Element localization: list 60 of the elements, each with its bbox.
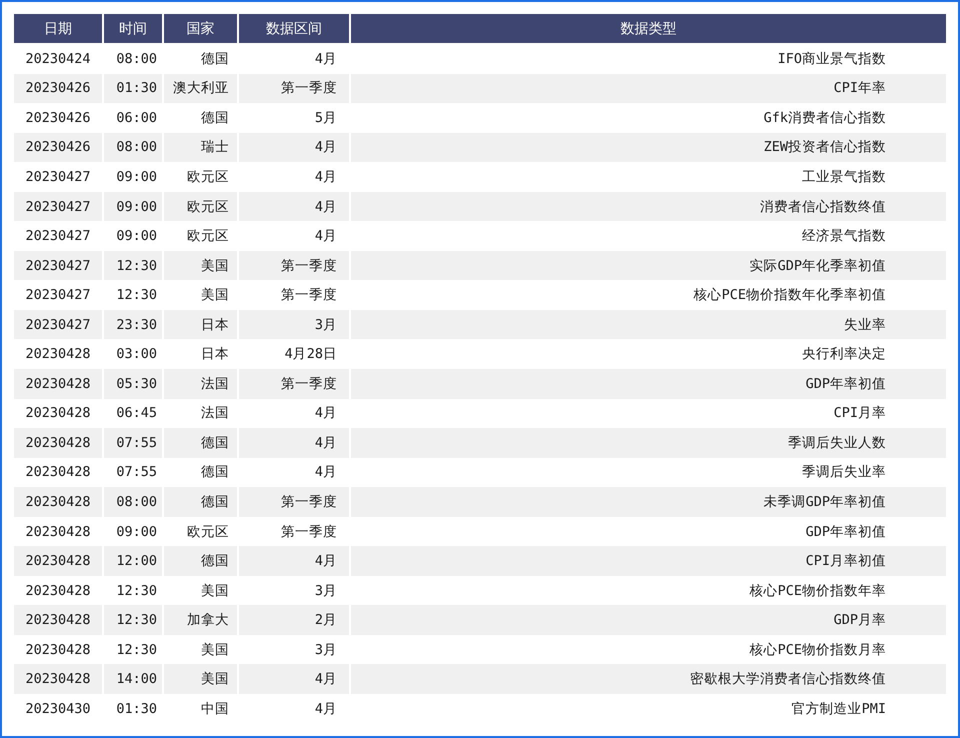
table-cell: CPI年率 bbox=[351, 74, 946, 104]
table-cell: 第一季度 bbox=[239, 487, 349, 517]
table-cell: GDP月率 bbox=[351, 605, 946, 635]
column-header: 数据区间 bbox=[239, 14, 349, 43]
table-cell: 08:00 bbox=[104, 487, 162, 517]
table-cell: 澳大利亚 bbox=[164, 74, 237, 104]
table-cell: CPI月率初值 bbox=[351, 546, 946, 576]
table-cell: 4月 bbox=[239, 132, 349, 162]
table-cell: ZEW投资者信心指数 bbox=[351, 132, 946, 162]
table-cell: 4月 bbox=[239, 428, 349, 458]
table-cell: 23:30 bbox=[104, 310, 162, 340]
table-cell: 12:30 bbox=[104, 250, 162, 280]
table-cell: 失业率 bbox=[351, 310, 946, 340]
column-header: 数据类型 bbox=[351, 14, 946, 43]
table-cell: 密歇根大学消费者信心指数终值 bbox=[351, 664, 946, 694]
table-cell: 第一季度 bbox=[239, 369, 349, 399]
table-cell: 4月 bbox=[239, 664, 349, 694]
table-cell: 3月 bbox=[239, 310, 349, 340]
table-cell: 第一季度 bbox=[239, 250, 349, 280]
table-cell: 20230427 bbox=[14, 250, 102, 280]
table-cell: 20230427 bbox=[14, 310, 102, 340]
table-cell: 瑞士 bbox=[164, 132, 237, 162]
table-cell: 01:30 bbox=[104, 74, 162, 104]
table-cell: 12:00 bbox=[104, 546, 162, 576]
table-cell: 20230428 bbox=[14, 546, 102, 576]
table-cell: 07:55 bbox=[104, 428, 162, 458]
table-cell: 未季调GDP年率初值 bbox=[351, 487, 946, 517]
table-cell: 消费者信心指数终值 bbox=[351, 192, 946, 222]
table-cell: 12:30 bbox=[104, 605, 162, 635]
table-cell: 美国 bbox=[164, 250, 237, 280]
column-header: 时间 bbox=[104, 14, 162, 43]
table-cell: 法国 bbox=[164, 369, 237, 399]
table-cell: 加拿大 bbox=[164, 605, 237, 635]
table-cell: 4月 bbox=[239, 546, 349, 576]
table-cell: GDP年率初值 bbox=[351, 369, 946, 399]
table-cell: 4月 bbox=[239, 192, 349, 222]
table-cell: 第一季度 bbox=[239, 74, 349, 104]
table-cell: 08:00 bbox=[104, 132, 162, 162]
table-cell: 2月 bbox=[239, 605, 349, 635]
table-cell: 季调后失业人数 bbox=[351, 428, 946, 458]
table-cell: 20230426 bbox=[14, 74, 102, 104]
table-cell: 20230427 bbox=[14, 192, 102, 222]
table-cell: 德国 bbox=[164, 428, 237, 458]
table-cell: 20230428 bbox=[14, 664, 102, 694]
table-cell: 日本 bbox=[164, 310, 237, 340]
table-cell: 20230428 bbox=[14, 605, 102, 635]
table-cell: 美国 bbox=[164, 664, 237, 694]
table-cell: 20230428 bbox=[14, 428, 102, 458]
table-cell: 实际GDP年化季率初值 bbox=[351, 250, 946, 280]
table-cell: 05:30 bbox=[104, 369, 162, 399]
table-cell: 欧元区 bbox=[164, 192, 237, 222]
table-cell: 20230428 bbox=[14, 487, 102, 517]
column-header: 日期 bbox=[14, 14, 102, 43]
table-cell: 14:00 bbox=[104, 664, 162, 694]
table-cell: 20230428 bbox=[14, 369, 102, 399]
table-cell: 德国 bbox=[164, 546, 237, 576]
table-cell: 20230426 bbox=[14, 132, 102, 162]
column-header: 国家 bbox=[164, 14, 237, 43]
table-cell: 09:00 bbox=[104, 192, 162, 222]
table-cell: 德国 bbox=[164, 487, 237, 517]
